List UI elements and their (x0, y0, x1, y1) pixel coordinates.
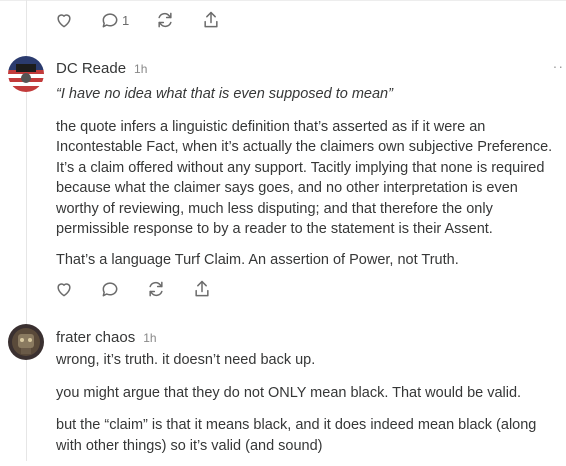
timestamp[interactable]: 1h (134, 62, 147, 76)
comment-icon (102, 282, 118, 297)
restack-icon (158, 12, 172, 28)
comment-meta: frater chaos 1h (56, 329, 157, 346)
comment-button[interactable]: 1 (100, 10, 129, 30)
share-button[interactable] (192, 279, 212, 299)
heart-icon (57, 14, 71, 28)
author-name[interactable]: frater chaos (56, 329, 135, 346)
quoted-text: “I have no idea what that is even suppos… (56, 86, 393, 102)
comment-button[interactable] (100, 279, 120, 299)
top-action-bar: 1 (54, 10, 247, 30)
avatar[interactable] (8, 324, 44, 360)
comment-meta: DC Reade 1h (56, 60, 147, 77)
restack-button[interactable] (155, 10, 175, 30)
top-divider (0, 0, 566, 1)
share-icon (195, 280, 209, 297)
comment-paragraph: you might argue that they do not ONLY me… (56, 384, 522, 401)
robot-avatar-icon (8, 324, 44, 360)
flag-badge-icon (8, 56, 44, 92)
share-icon (204, 11, 218, 28)
comment-action-bar (54, 279, 238, 299)
restack-icon (149, 281, 163, 297)
comment-body: wrong, it’s truth. it doesn’t need back … (56, 350, 564, 466)
author-name[interactable]: DC Reade (56, 60, 126, 77)
avatar[interactable] (8, 56, 44, 92)
more-options-button[interactable]: ·· (553, 58, 564, 74)
comment-paragraph: the quote infers a linguistic definition… (56, 118, 553, 238)
restack-button[interactable] (146, 279, 166, 299)
comment-paragraph: but the “claim” is that it means black, … (56, 417, 537, 454)
heart-icon (57, 283, 71, 297)
like-button[interactable] (54, 10, 74, 30)
comment-paragraph: That’s a language Turf Claim. An asserti… (56, 251, 459, 268)
comment-icon (102, 13, 118, 28)
timestamp[interactable]: 1h (143, 331, 156, 345)
comment-body: “I have no idea what that is even suppos… (56, 84, 564, 280)
comment-paragraph: wrong, it’s truth. it doesn’t need back … (56, 352, 316, 368)
share-button[interactable] (201, 10, 221, 30)
like-button[interactable] (54, 279, 74, 299)
comment-count: 1 (122, 12, 130, 28)
